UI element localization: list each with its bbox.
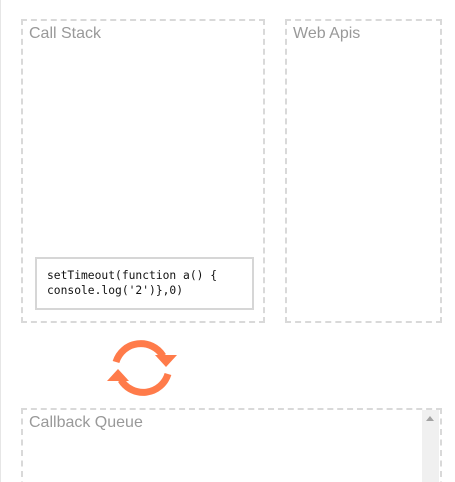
web-apis-panel: Web Apis [285, 19, 442, 323]
left-divider [0, 0, 1, 482]
call-stack-title: Call Stack [29, 25, 102, 42]
frame-code-line-2: console.log('2')},0) [47, 284, 184, 297]
callback-queue-scrollbar[interactable] [422, 410, 439, 482]
callback-queue-title: Callback Queue [29, 414, 143, 431]
call-stack-frame: setTimeout(function a() { console.log('2… [35, 257, 254, 310]
refresh-icon [107, 340, 177, 396]
event-loop-visualizer: Call Stack setTimeout(function a() { con… [0, 0, 455, 482]
callback-queue-panel: Callback Queue [21, 408, 442, 482]
web-apis-title: Web Apis [293, 25, 361, 42]
frame-code-line-1: setTimeout(function a() { [47, 269, 218, 282]
call-stack-panel: Call Stack setTimeout(function a() { con… [21, 19, 265, 323]
scroll-up-arrow-icon[interactable] [426, 416, 434, 421]
